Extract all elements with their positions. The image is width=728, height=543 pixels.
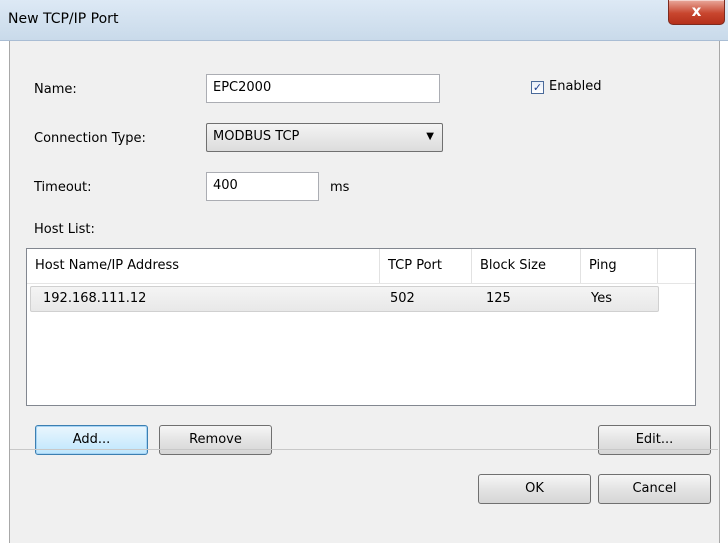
connection-type-label: Connection Type: <box>34 131 146 146</box>
add-button[interactable]: Add... <box>35 425 148 455</box>
port-cell: 502 <box>390 291 415 306</box>
host-list[interactable]: Host Name/IP Address TCP Port Block Size… <box>26 248 696 406</box>
chevron-down-icon: ▼ <box>426 131 434 142</box>
column-header-host[interactable]: Host Name/IP Address <box>27 249 380 283</box>
host-cell: 192.168.111.12 <box>43 291 147 306</box>
enabled-checkbox[interactable]: ✓ <box>531 81 544 94</box>
enabled-label: Enabled <box>549 79 602 94</box>
column-header-ping[interactable]: Ping <box>581 249 658 283</box>
timeout-input[interactable]: 400 <box>206 172 319 201</box>
ok-button[interactable]: OK <box>478 474 591 504</box>
name-input[interactable]: EPC2000 <box>206 74 440 103</box>
close-icon: x <box>691 2 702 20</box>
connection-type-value: MODBUS TCP <box>213 129 300 144</box>
title-bar: New TCP/IP Port x <box>0 0 728 41</box>
window-title: New TCP/IP Port <box>8 11 119 27</box>
column-header-tcp-port[interactable]: TCP Port <box>380 249 472 283</box>
timeout-unit: ms <box>330 180 350 195</box>
host-list-header: Host Name/IP Address TCP Port Block Size… <box>27 249 695 284</box>
column-header-block-size[interactable]: Block Size <box>472 249 581 283</box>
remove-button[interactable]: Remove <box>159 425 272 455</box>
connection-type-dropdown[interactable]: MODBUS TCP ▼ <box>206 123 443 152</box>
table-row[interactable]: 192.168.111.12 502 125 Yes <box>30 286 659 312</box>
separator <box>10 449 718 450</box>
close-button[interactable]: x <box>668 0 725 25</box>
block-size-cell: 125 <box>486 291 511 306</box>
cancel-button[interactable]: Cancel <box>598 474 711 504</box>
name-label: Name: <box>34 82 77 97</box>
check-icon: ✓ <box>532 81 543 94</box>
host-list-label: Host List: <box>34 222 95 237</box>
edit-button[interactable]: Edit... <box>598 425 711 455</box>
timeout-label: Timeout: <box>34 180 92 195</box>
ping-cell: Yes <box>591 291 612 306</box>
